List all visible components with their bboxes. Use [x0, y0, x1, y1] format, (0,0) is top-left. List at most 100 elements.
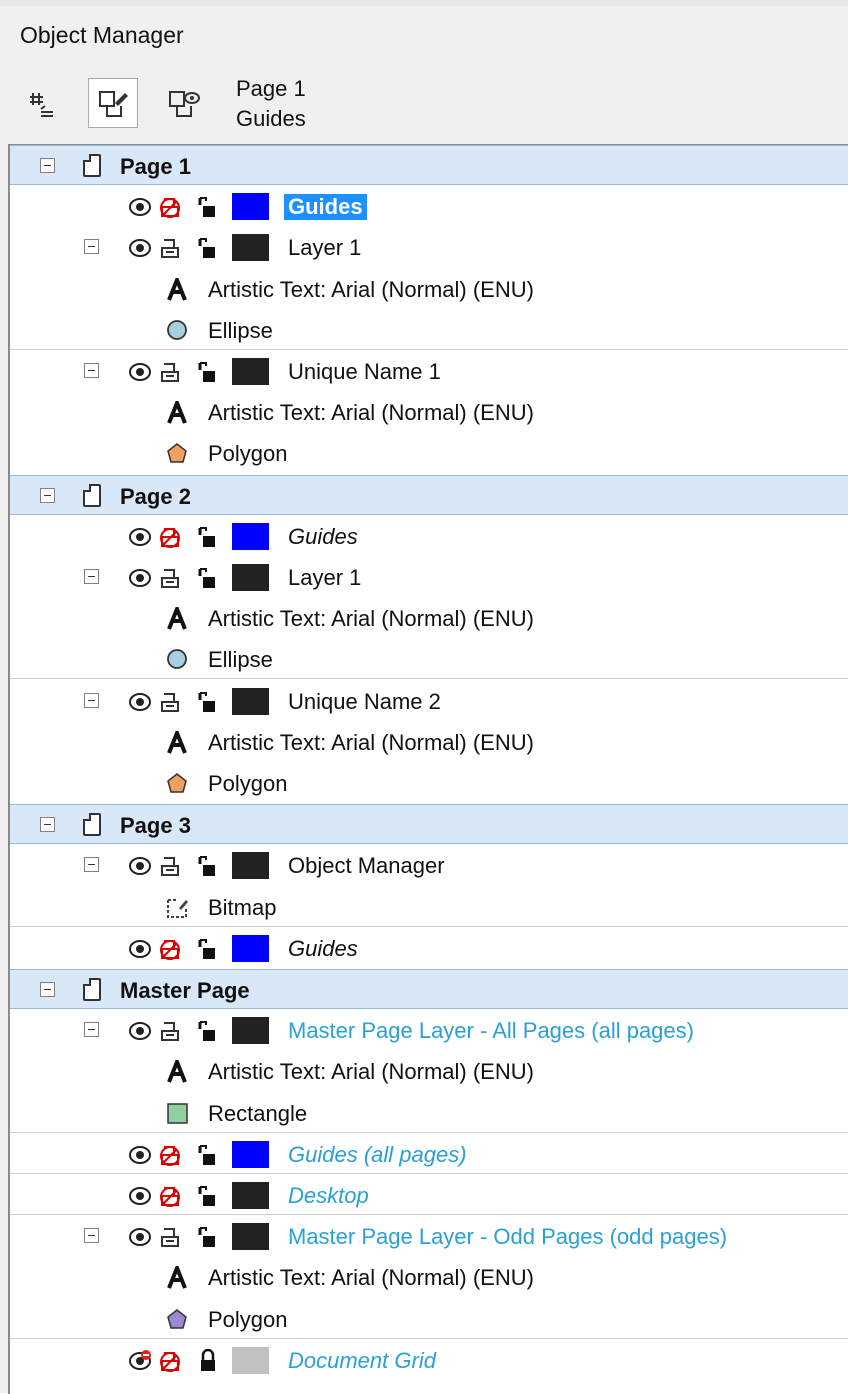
printing-disabled-icon[interactable] — [158, 1143, 182, 1172]
layer-color-swatch[interactable] — [232, 687, 269, 715]
printing-disabled-icon[interactable] — [158, 1349, 182, 1378]
printer-icon[interactable] — [158, 690, 182, 719]
printer-icon[interactable] — [158, 360, 182, 389]
layer-row[interactable]: Guides — [10, 516, 848, 556]
lock-open-icon[interactable] — [196, 1184, 218, 1213]
collapse-toggle[interactable] — [40, 487, 55, 503]
lock-open-icon[interactable] — [196, 195, 218, 224]
printer-icon[interactable] — [158, 854, 182, 883]
visibility-eye-icon[interactable] — [128, 195, 152, 224]
show-hide-view-button[interactable] — [158, 78, 208, 128]
object-row[interactable]: Polygon — [10, 433, 848, 473]
object-row[interactable]: Artistic Text: Arial (Normal) (ENU) — [10, 392, 848, 432]
printing-disabled-icon[interactable] — [158, 525, 182, 554]
collapse-toggle[interactable] — [40, 982, 55, 997]
layer-color-swatch[interactable] — [232, 234, 269, 262]
lock-open-icon[interactable] — [196, 236, 218, 265]
visibility-eye-icon[interactable] — [128, 1184, 152, 1213]
object-manager-panel: Object Manager Page 1 Guides Page 1 Guid… — [0, 0, 848, 1394]
layer-row[interactable]: Layer 1 — [10, 557, 848, 597]
printer-icon[interactable] — [158, 1225, 182, 1254]
object-row[interactable]: Ellipse — [10, 310, 848, 350]
visibility-off-icon[interactable] — [128, 1349, 152, 1378]
layer-row[interactable]: Guides (all pages) — [10, 1134, 848, 1174]
lock-closed-icon[interactable] — [196, 1348, 218, 1378]
collapse-toggle[interactable] — [84, 363, 99, 378]
object-tree: Page 1 Guides Layer 1 Artistic Text: Arial … — [8, 144, 848, 1394]
lock-open-icon[interactable] — [196, 566, 218, 595]
layer-row[interactable]: Desktop — [10, 1175, 848, 1215]
visibility-eye-icon[interactable] — [128, 937, 152, 966]
collapse-toggle[interactable] — [84, 239, 99, 255]
layer-row[interactable]: Master Page Layer - Odd Pages (odd pages… — [10, 1216, 848, 1256]
lock-open-icon[interactable] — [196, 1143, 218, 1172]
lock-open-icon[interactable] — [196, 1225, 218, 1254]
collapse-toggle[interactable] — [84, 857, 99, 873]
layer-color-swatch[interactable] — [232, 1017, 269, 1045]
object-row[interactable]: Artistic Text: Arial (Normal) (ENU) — [10, 269, 848, 309]
layer-row[interactable]: Master Page Layer - All Pages (all pages… — [10, 1010, 848, 1050]
lock-open-icon[interactable] — [196, 525, 218, 554]
object-row[interactable]: Artistic Text: Arial (Normal) (ENU) — [10, 1257, 848, 1297]
printer-icon[interactable] — [158, 566, 182, 595]
object-row[interactable]: Bitmap — [10, 887, 848, 927]
object-row[interactable]: Polygon — [10, 1299, 848, 1339]
object-row[interactable]: Artistic Text: Arial (Normal) (ENU) — [10, 1051, 848, 1091]
layer-row[interactable]: Layer 1 — [10, 227, 848, 267]
polygon-orange-icon — [166, 442, 189, 471]
visibility-eye-icon[interactable] — [128, 236, 152, 265]
lock-open-icon[interactable] — [196, 360, 218, 389]
object-row[interactable]: Polygon — [10, 763, 848, 803]
visibility-eye-icon[interactable] — [128, 1019, 152, 1048]
layer-manager-view-button[interactable] — [88, 78, 138, 128]
layer-color-swatch[interactable] — [232, 564, 269, 591]
layer-row[interactable]: Document Grid — [10, 1340, 848, 1380]
visibility-eye-icon[interactable] — [128, 360, 152, 389]
collapse-toggle[interactable] — [84, 569, 99, 584]
visibility-eye-icon[interactable] — [128, 566, 152, 595]
layer-row[interactable]: Unique Name 2 — [10, 681, 848, 721]
layer-color-swatch[interactable] — [232, 934, 269, 962]
printing-disabled-icon[interactable] — [158, 1184, 182, 1213]
lock-open-icon[interactable] — [196, 854, 218, 883]
page-row[interactable]: Page 2 — [10, 474, 848, 515]
layer-row[interactable]: Object Manager — [10, 845, 848, 885]
page-row[interactable]: Page 3 — [10, 804, 848, 845]
printer-icon[interactable] — [158, 236, 182, 265]
layer-row[interactable]: Guides — [10, 928, 848, 968]
collapse-toggle[interactable] — [40, 817, 55, 833]
layer-row[interactable]: Unique Name 1 — [10, 351, 848, 391]
object-name: Artistic Text: Arial (Normal) (ENU) — [208, 400, 534, 426]
layer-color-swatch[interactable] — [232, 193, 269, 221]
object-row[interactable]: Rectangle — [10, 1093, 848, 1133]
visibility-eye-icon[interactable] — [128, 1143, 152, 1172]
visibility-eye-icon[interactable] — [128, 525, 152, 554]
printing-disabled-icon[interactable] — [158, 195, 182, 224]
printer-icon[interactable] — [158, 1019, 182, 1048]
object-properties-button[interactable] — [18, 78, 68, 128]
layer-color-swatch[interactable] — [232, 1223, 269, 1251]
collapse-toggle[interactable] — [84, 1022, 99, 1038]
collapse-toggle[interactable] — [40, 158, 55, 173]
page-row[interactable]: Page 1 — [10, 145, 848, 185]
layer-color-swatch[interactable] — [232, 852, 269, 880]
layer-color-swatch[interactable] — [232, 522, 269, 550]
visibility-eye-icon[interactable] — [128, 1225, 152, 1254]
layer-row[interactable]: Guides — [10, 186, 848, 226]
layer-color-swatch[interactable] — [232, 1346, 269, 1374]
lock-open-icon[interactable] — [196, 690, 218, 719]
layer-color-swatch[interactable] — [232, 1182, 269, 1209]
visibility-eye-icon[interactable] — [128, 854, 152, 883]
layer-color-swatch[interactable] — [232, 358, 269, 385]
collapse-toggle[interactable] — [84, 692, 99, 708]
printing-disabled-icon[interactable] — [158, 937, 182, 966]
object-row[interactable]: Artistic Text: Arial (Normal) (ENU) — [10, 598, 848, 638]
lock-open-icon[interactable] — [196, 937, 218, 966]
collapse-toggle[interactable] — [84, 1228, 99, 1244]
visibility-eye-icon[interactable] — [128, 690, 152, 719]
page-row[interactable]: Master Page — [10, 969, 848, 1009]
object-row[interactable]: Artistic Text: Arial (Normal) (ENU) — [10, 722, 848, 762]
layer-color-swatch[interactable] — [232, 1140, 269, 1168]
lock-open-icon[interactable] — [196, 1019, 218, 1048]
object-row[interactable]: Ellipse — [10, 639, 848, 680]
